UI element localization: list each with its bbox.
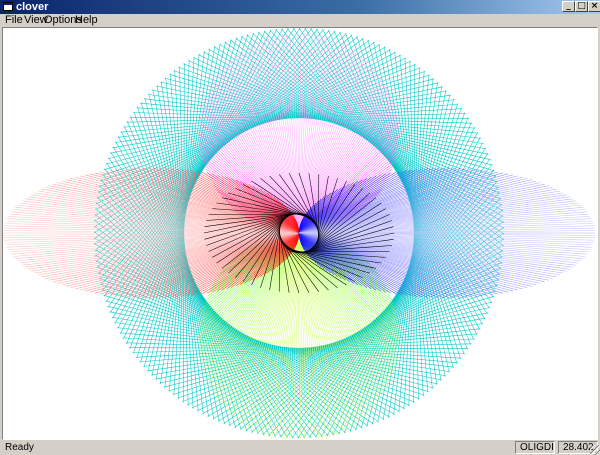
maximize-button[interactable]: □	[575, 1, 588, 12]
minimize-button[interactable]: _	[562, 1, 575, 12]
status-text: Ready	[5, 442, 34, 453]
status-mode-pane: OLIGDI	[515, 441, 555, 454]
title-bar[interactable]: clover _ □ ×	[0, 0, 600, 14]
window-title: clover	[16, 1, 49, 13]
clover-drawing	[3, 28, 595, 439]
status-bar: Ready OLIGDI 28.402	[0, 440, 600, 455]
menu-help[interactable]: Help	[73, 14, 100, 27]
application-window: clover _ □ × File View Options Help Read…	[0, 0, 600, 455]
drawing-canvas[interactable]	[2, 27, 598, 440]
resize-grip[interactable]	[590, 445, 600, 455]
menu-bar: File View Options Help	[0, 14, 600, 27]
close-button[interactable]: ×	[588, 1, 600, 12]
app-window-icon[interactable]	[3, 2, 13, 11]
